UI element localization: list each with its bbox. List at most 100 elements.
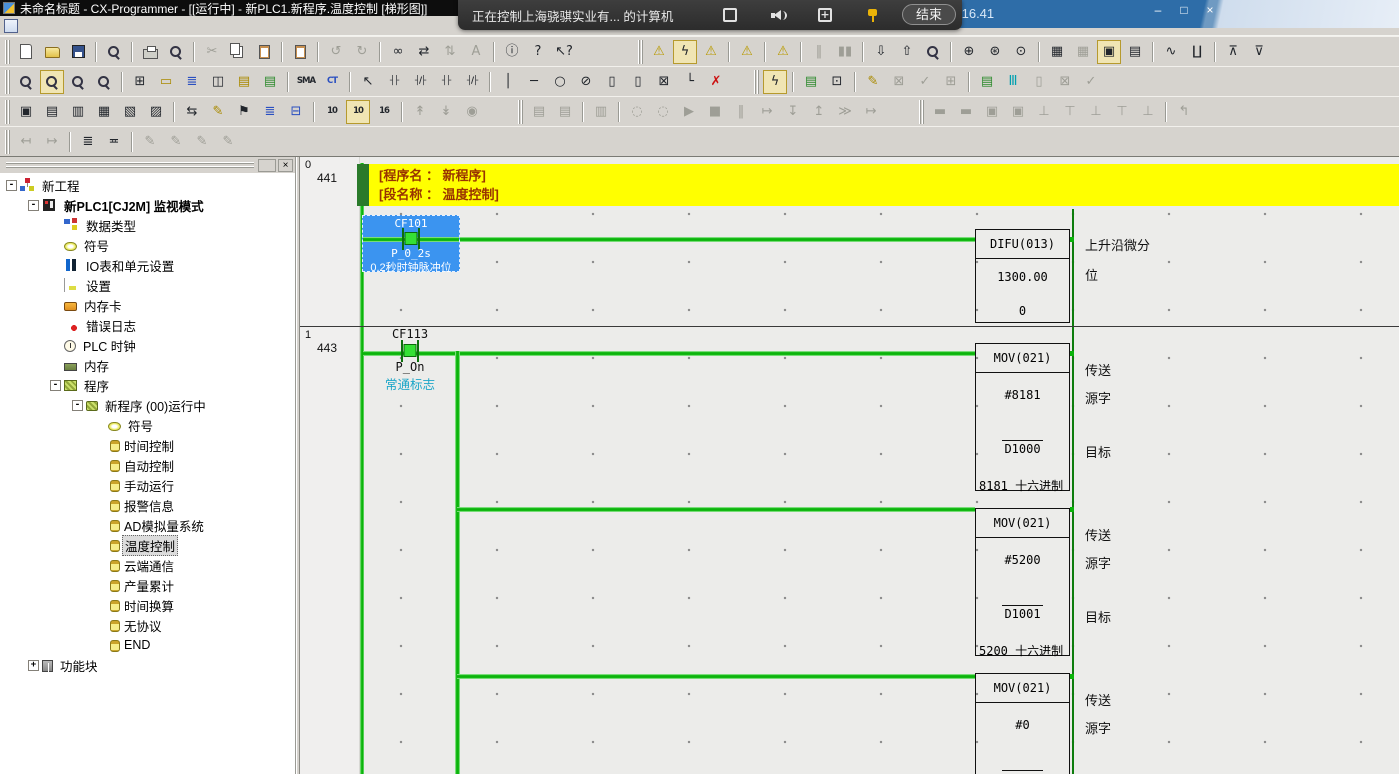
sim-continuous-button[interactable]: ≫: [833, 100, 857, 124]
pv-toolbar-2-button[interactable]: ▬: [954, 100, 978, 124]
undo-button[interactable]: ↺: [324, 40, 348, 64]
paste-button[interactable]: [252, 40, 276, 64]
restore-button[interactable]: □: [1174, 3, 1194, 18]
tree-item[interactable]: 内存: [0, 355, 295, 375]
return-button[interactable]: ↰: [1172, 100, 1196, 124]
window-symbol-button[interactable]: ▥: [66, 100, 90, 124]
open-file-button[interactable]: [40, 40, 64, 64]
sim-script-button[interactable]: ▥: [589, 100, 613, 124]
minimize-button[interactable]: –: [1148, 3, 1168, 18]
context-help-button[interactable]: ↖?: [552, 40, 576, 64]
upload-from-plc-button[interactable]: ⇧: [895, 40, 919, 64]
end-session-button[interactable]: 结束: [902, 4, 956, 25]
menu-programming[interactable]: [128, 16, 154, 36]
online-edit-button[interactable]: ϟ: [763, 70, 787, 94]
tree-expander-toggle[interactable]: -: [6, 180, 17, 191]
compile-section-button[interactable]: ▤: [799, 70, 823, 94]
watch-sheet-button[interactable]: ≣: [258, 100, 282, 124]
replace-all-button[interactable]: ⇅: [438, 40, 462, 64]
address-grid-button[interactable]: ⊟: [284, 100, 308, 124]
io-bar-4-button[interactable]: ⊤: [1110, 100, 1134, 124]
reference-jump-button[interactable]: ◉: [460, 100, 484, 124]
tree-item[interactable]: - 新PLC1[CJ2M] 监视模式: [0, 195, 295, 215]
align-top-button[interactable]: ≖: [102, 130, 126, 154]
download-to-plc-button[interactable]: ⇩: [869, 40, 893, 64]
apply-window-button[interactable]: ✓: [1079, 70, 1103, 94]
run-mode-button[interactable]: ⊕: [957, 40, 981, 64]
display-decimal-button[interactable]: 10: [320, 100, 344, 124]
new-closed-coil-button[interactable]: ⊘: [574, 70, 598, 94]
find-replace-button[interactable]: ⇄: [412, 40, 436, 64]
zoom-tool-button[interactable]: [14, 70, 38, 94]
toolbox-icon[interactable]: [818, 8, 832, 22]
mov-instruction-block-1[interactable]: MOV(021) #8181 D1000 8181 十六进制: [975, 343, 1070, 491]
new-contact-button[interactable]: ┤├: [382, 70, 406, 94]
grid-toggle-button[interactable]: ⊞: [128, 70, 152, 94]
io-bar-1-button[interactable]: ⊥: [1032, 100, 1056, 124]
pv-toolbar-1-button[interactable]: ▬: [928, 100, 952, 124]
delete-mode-button[interactable]: ✗: [704, 70, 728, 94]
mov-instruction-block-3[interactable]: MOV(021) #0 D1002: [975, 673, 1070, 774]
sim-to-end-button[interactable]: ↦: [859, 100, 883, 124]
menu-file[interactable]: [24, 16, 50, 36]
begin-online-edit-button[interactable]: ✎: [861, 70, 885, 94]
fullscreen-icon[interactable]: [723, 8, 737, 22]
tree-item[interactable]: 报警信息: [0, 495, 295, 515]
window-diagram-button[interactable]: ▣: [14, 100, 38, 124]
monitor-mode-button[interactable]: ⊛: [983, 40, 1007, 64]
new-vertical-button[interactable]: │: [496, 70, 520, 94]
overview-list-button[interactable]: ≣: [180, 70, 204, 94]
tree-item[interactable]: + 功能块: [0, 655, 295, 675]
workspace-grip[interactable]: [6, 162, 254, 169]
menu-plc[interactable]: [154, 16, 180, 36]
tree-item[interactable]: AD模拟量系统: [0, 515, 295, 535]
io-comment-tool-button[interactable]: ◫: [206, 70, 230, 94]
new-instruction-button[interactable]: ▯: [600, 70, 624, 94]
new-horizontal-button[interactable]: ─: [522, 70, 546, 94]
force-set-button[interactable]: ⊼: [1221, 40, 1245, 64]
align-list-button[interactable]: ≣: [76, 130, 100, 154]
tree-item[interactable]: PLC 时钟: [0, 335, 295, 355]
tree-item[interactable]: 温度控制: [0, 535, 295, 555]
copy-button[interactable]: [226, 40, 250, 64]
indent-decrease-button[interactable]: ↤: [14, 130, 38, 154]
pv-toolbar-3-button[interactable]: ▣: [980, 100, 1004, 124]
contact-cf113[interactable]: CF113 P_On 常通标志: [382, 327, 438, 393]
cancel-window-button[interactable]: ⊠: [1053, 70, 1077, 94]
tree-item[interactable]: - 新程序 (00)运行中: [0, 395, 295, 415]
new-instruction-2-button[interactable]: ▯: [626, 70, 650, 94]
tree-item[interactable]: 数据类型: [0, 215, 295, 235]
speaker-icon[interactable]: [770, 8, 787, 23]
zoom-in-button[interactable]: [40, 70, 64, 94]
contact-cf101-selected[interactable]: CF101 P_0_2s 0.2秒时钟脉冲位: [362, 215, 460, 272]
rung0-number[interactable]: 0: [305, 159, 311, 171]
sim-io-button[interactable]: ▤: [553, 100, 577, 124]
online-edit-options-button[interactable]: ⊞: [939, 70, 963, 94]
io-bar-2-button[interactable]: ⊤: [1058, 100, 1082, 124]
cancel-online-edit-button[interactable]: ⊠: [887, 70, 911, 94]
help-button[interactable]: ?: [526, 40, 550, 64]
tree-item[interactable]: - 新工程: [0, 175, 295, 195]
compile-program-button[interactable]: ⚠: [647, 40, 671, 64]
sim-pause-button[interactable]: ‖: [729, 100, 753, 124]
tree-expander-toggle[interactable]: +: [28, 660, 39, 671]
menu-simulation[interactable]: [180, 16, 206, 36]
line-connect-button[interactable]: └: [678, 70, 702, 94]
force-cancel-button[interactable]: ⊽: [1247, 40, 1271, 64]
blocks-view-button[interactable]: ▤: [975, 70, 999, 94]
paste-rung-button[interactable]: [288, 40, 312, 64]
tree-item[interactable]: 符号: [0, 235, 295, 255]
plc-error-log-button[interactable]: ⚠: [735, 40, 759, 64]
ct-view-button[interactable]: CT: [320, 70, 344, 94]
sim-window-button[interactable]: ▤: [527, 100, 551, 124]
new-file-button[interactable]: [14, 40, 38, 64]
find-button[interactable]: ∞: [386, 40, 410, 64]
differential-monitor-button[interactable]: ∿: [1159, 40, 1183, 64]
io-table-view-button[interactable]: ▤: [1123, 40, 1147, 64]
new-coil-button[interactable]: ○: [548, 70, 572, 94]
window-properties-button[interactable]: ▨: [144, 100, 168, 124]
sim-step-in-button[interactable]: ↧: [781, 100, 805, 124]
tree-item[interactable]: 内存卡: [0, 295, 295, 315]
send-online-edit-button[interactable]: ✓: [913, 70, 937, 94]
rung-wrap-button[interactable]: ⚑: [232, 100, 256, 124]
